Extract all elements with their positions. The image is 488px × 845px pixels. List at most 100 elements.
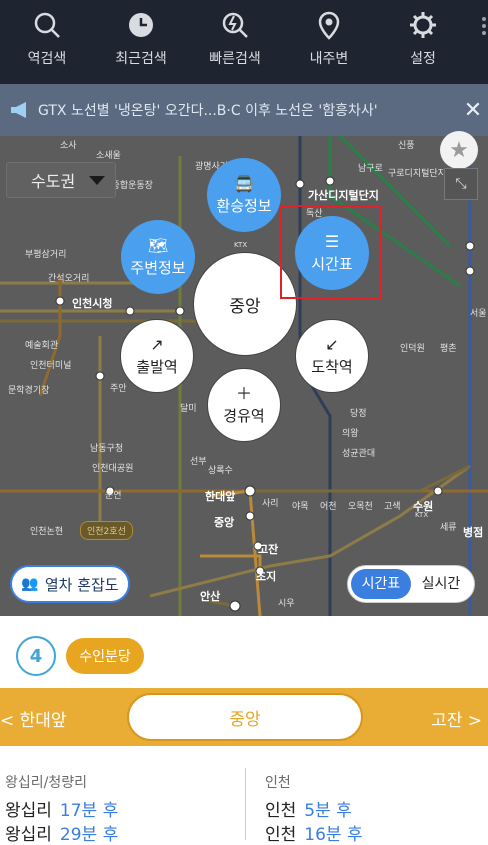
more-menu-icon[interactable]	[482, 14, 488, 38]
station-label[interactable]: 인천대공원	[92, 461, 133, 474]
arrive-station-button[interactable]: ↙ 도착역	[295, 319, 369, 393]
station-label[interactable]: 주안	[110, 381, 127, 394]
station-label[interactable]: 병점	[463, 524, 483, 540]
station-label[interactable]: 고잔	[258, 541, 278, 557]
station-label[interactable]: 남구로	[358, 161, 383, 174]
depart-label: 출발역	[136, 357, 178, 376]
arrival-time: 5분 후	[304, 801, 352, 821]
highlight-box	[280, 205, 382, 299]
station-label[interactable]: 중앙	[214, 514, 234, 530]
station-label[interactable]: 구로디지털단지	[388, 166, 446, 179]
top-navigation: 역검색 최근검색 빠른검색 내주변 설정	[0, 0, 488, 84]
arrival-destination: 왕십리	[5, 801, 52, 821]
station-label[interactable]: 오목천	[348, 499, 373, 512]
line-number-badge[interactable]: 4	[16, 636, 56, 676]
previous-station[interactable]: < 한대앞	[0, 706, 67, 731]
nav-quick-search[interactable]: 빠른검색	[188, 0, 282, 84]
arrival-time: 29분 후	[59, 825, 119, 845]
line-name-badge[interactable]: 수인분당	[66, 638, 144, 674]
expand-icon[interactable]: ⤡	[444, 168, 478, 200]
station-label[interactable]: 초지	[256, 568, 276, 584]
station-label[interactable]: 시우	[278, 596, 295, 609]
arrival-destination: 왕십리	[5, 825, 52, 845]
arrival-row: 인천 5분 후	[265, 796, 352, 821]
nav-label: 최근검색	[115, 51, 167, 67]
close-icon[interactable]: ✕	[458, 98, 488, 123]
next-station[interactable]: 고잔 >	[431, 706, 482, 731]
station-label[interactable]: 인천시청	[72, 295, 112, 311]
station-label[interactable]: 사리	[262, 496, 279, 509]
nav-settings[interactable]: 설정	[376, 0, 470, 84]
station-label[interactable]: 성균관대	[342, 446, 375, 459]
train-crowd-button[interactable]: 👥 열차 혼잡도	[10, 565, 130, 603]
station-label[interactable]: 달미	[180, 401, 197, 414]
station-label[interactable]: 상록수	[208, 463, 233, 476]
time-mode-toggle[interactable]: 시간표 실시간	[347, 565, 475, 603]
realtime-tab[interactable]: 실시간	[411, 569, 471, 599]
search-icon	[34, 12, 60, 38]
station-label[interactable]: 고색	[384, 499, 401, 512]
station-label[interactable]: 신풍	[398, 138, 415, 151]
station-label[interactable]: 안산	[200, 588, 220, 604]
nav-station-search[interactable]: 역검색	[0, 0, 94, 84]
station-label[interactable]: 의왕	[342, 426, 359, 439]
arrival-row: 왕십리 29분 후	[5, 820, 118, 845]
arrival-row: 왕십리 17분 후	[5, 796, 118, 821]
station-label[interactable]: 평촌	[440, 341, 457, 354]
arrive-label: 도착역	[311, 357, 353, 376]
station-label[interactable]: 남동구청	[90, 441, 123, 454]
station-label[interactable]: 소새울	[96, 148, 121, 161]
station-label[interactable]: 서울	[470, 306, 487, 319]
crowd-label: 열차 혼잡도	[44, 575, 119, 594]
region-selector[interactable]: 수도권	[6, 162, 116, 198]
depart-station-button[interactable]: ↗ 출발역	[120, 319, 194, 393]
current-station: 중앙	[127, 693, 363, 741]
station-label[interactable]: 문학경기장	[8, 383, 49, 396]
quick-search-icon	[222, 12, 248, 38]
center-station-label: 중앙	[229, 296, 261, 317]
nav-nearby[interactable]: 내주변	[282, 0, 376, 84]
timetable-tab[interactable]: 시간표	[351, 569, 411, 599]
station-label[interactable]: 인천터미널	[30, 358, 71, 371]
station-label[interactable]: 부평삼거리	[25, 247, 66, 260]
nav-label: 내주변	[309, 51, 349, 67]
station-label[interactable]: 인덕원	[400, 341, 425, 354]
caret-down-icon	[89, 175, 106, 185]
direction-right: 인천	[265, 775, 291, 791]
station-label[interactable]: 간석오거리	[48, 271, 89, 284]
bus-icon: 🚍	[234, 173, 254, 193]
station-label[interactable]: 가산디지털단지	[308, 187, 379, 203]
map-icon: 🗺	[147, 235, 169, 255]
station-label[interactable]: 소사	[60, 138, 77, 151]
line-info: 4 수인분당	[0, 616, 488, 686]
station-label[interactable]: 인천논현	[30, 524, 63, 537]
station-label[interactable]: 당정	[350, 406, 367, 419]
line-tag: 인천2호선	[80, 521, 133, 540]
station-label[interactable]: 예술회관	[25, 338, 58, 351]
station-label[interactable]: 운연	[105, 488, 122, 501]
arrival-time: 16분 후	[304, 825, 363, 845]
station-label[interactable]: 야목	[292, 499, 309, 512]
via-station-button[interactable]: ＋ 경유역	[207, 368, 281, 442]
station-label[interactable]: 한대앞	[205, 488, 235, 504]
notice-banner[interactable]: GTX 노선별 '냉온탕' 오간다...B·C 이후 노선은 '함흥차사' ✕	[0, 84, 488, 136]
region-label: 수도권	[31, 172, 76, 191]
station-label[interactable]: 선부	[190, 454, 207, 467]
nav-recent-search[interactable]: 최근검색	[94, 0, 188, 84]
ktx-mark: KTX	[415, 511, 429, 519]
nav-label: 설정	[410, 51, 436, 67]
subway-map[interactable]: 소사 소새울 부천종합운동장 광명사거리 남구로 구로디지털단지 신풍 가산디지…	[0, 136, 488, 616]
station-label[interactable]: 어천	[320, 499, 337, 512]
transfer-info-button[interactable]: 🚍 환승정보	[207, 158, 281, 232]
star-icon[interactable]: ★	[440, 131, 478, 169]
divider	[245, 768, 246, 840]
ktx-mark: KTX	[234, 241, 248, 249]
arrow-down-left-icon: ↙	[325, 334, 339, 354]
megaphone-icon	[11, 102, 26, 118]
people-icon: 👥	[21, 576, 39, 592]
arrival-row: 인천 16분 후	[265, 820, 363, 845]
arrival-time: 17분 후	[59, 801, 119, 821]
arrow-up-right-icon: ↗	[150, 334, 164, 354]
nearby-info-button[interactable]: 🗺 주변정보	[121, 220, 195, 294]
station-label[interactable]: 세류	[440, 520, 457, 533]
